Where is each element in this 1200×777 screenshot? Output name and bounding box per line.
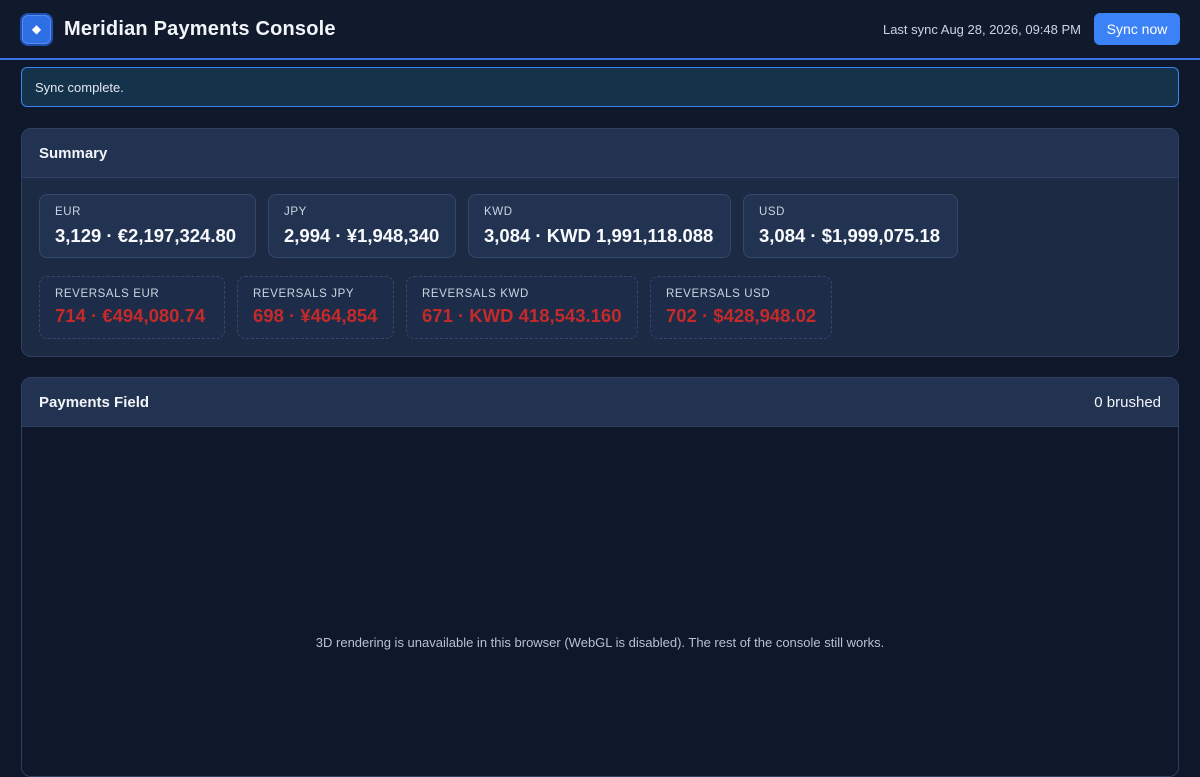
stat-value: 2,994 · ¥1,948,340 (284, 225, 440, 246)
top-bar: ◆ Meridian Payments Console Last sync Au… (0, 0, 1200, 60)
app-title: Meridian Payments Console (64, 17, 336, 40)
top-bar-actions: Last sync Aug 28, 2026, 09:48 PM Sync no… (883, 13, 1180, 45)
stat-label: REVERSALS KWD (422, 288, 529, 300)
sync-status-alert: Sync complete. (21, 67, 1179, 107)
summary-title: Summary (39, 144, 108, 162)
stat-value: 671 · KWD 418,543.160 (422, 305, 622, 326)
totals-row: EUR 3,129 · €2,197,324.80 JPY 2,994 · ¥1… (39, 194, 970, 258)
stat-label: REVERSALS JPY (253, 288, 355, 300)
stat-value: 3,084 · $1,999,075.18 (759, 225, 941, 246)
last-sync-timestamp: Last sync Aug 28, 2026, 09:48 PM (882, 21, 1081, 37)
stat-value: 698 · ¥464,854 (253, 305, 378, 326)
webgl-unavailable-message: 3D rendering is unavailable in this brow… (315, 635, 885, 650)
app-logo-icon: ◆ (20, 12, 53, 46)
reversal-card-jpy: REVERSALS JPY 698 · ¥464,854 (237, 276, 394, 339)
reversal-card-usd: REVERSALS USD 702 · $428,948.02 (650, 276, 832, 339)
sync-status-message: Sync complete. (35, 79, 124, 95)
summary-header: Summary (22, 129, 1178, 178)
sync-now-button[interactable]: Sync now (1094, 13, 1180, 45)
stat-label: USD (759, 206, 786, 218)
stat-value: 702 · $428,948.02 (666, 305, 817, 326)
brushed-count: 0 brushed (1094, 393, 1161, 411)
stat-card-jpy: JPY 2,994 · ¥1,948,340 (268, 194, 456, 258)
summary-panel: Summary EUR 3,129 · €2,197,324.80 JPY 2,… (21, 128, 1179, 357)
payments-field-header: Payments Field 0 brushed (22, 378, 1178, 427)
stat-label: KWD (484, 206, 513, 218)
reversal-card-eur: REVERSALS EUR 714 · €494,080.74 (39, 276, 225, 339)
stat-card-kwd: KWD 3,084 · KWD 1,991,118.088 (468, 194, 731, 258)
stat-label: JPY (284, 206, 307, 218)
stat-label: EUR (55, 206, 82, 218)
stat-label: REVERSALS USD (666, 288, 771, 300)
stat-value: 3,084 · KWD 1,991,118.088 (484, 225, 714, 246)
stat-label: REVERSALS EUR (55, 288, 160, 300)
stat-card-eur: EUR 3,129 · €2,197,324.80 (39, 194, 256, 258)
payments-field-panel: Payments Field 0 brushed 3D rendering is… (21, 377, 1179, 777)
reversal-card-kwd: REVERSALS KWD 671 · KWD 418,543.160 (406, 276, 638, 339)
reversals-row: REVERSALS EUR 714 · €494,080.74 REVERSAL… (39, 276, 844, 339)
stat-value: 714 · €494,080.74 (55, 305, 206, 326)
payments-field-title: Payments Field (39, 393, 150, 411)
stat-card-usd: USD 3,084 · $1,999,075.18 (743, 194, 958, 258)
stat-value: 3,129 · €2,197,324.80 (55, 225, 237, 246)
payments-field-canvas[interactable]: 3D rendering is unavailable in this brow… (22, 427, 1178, 776)
